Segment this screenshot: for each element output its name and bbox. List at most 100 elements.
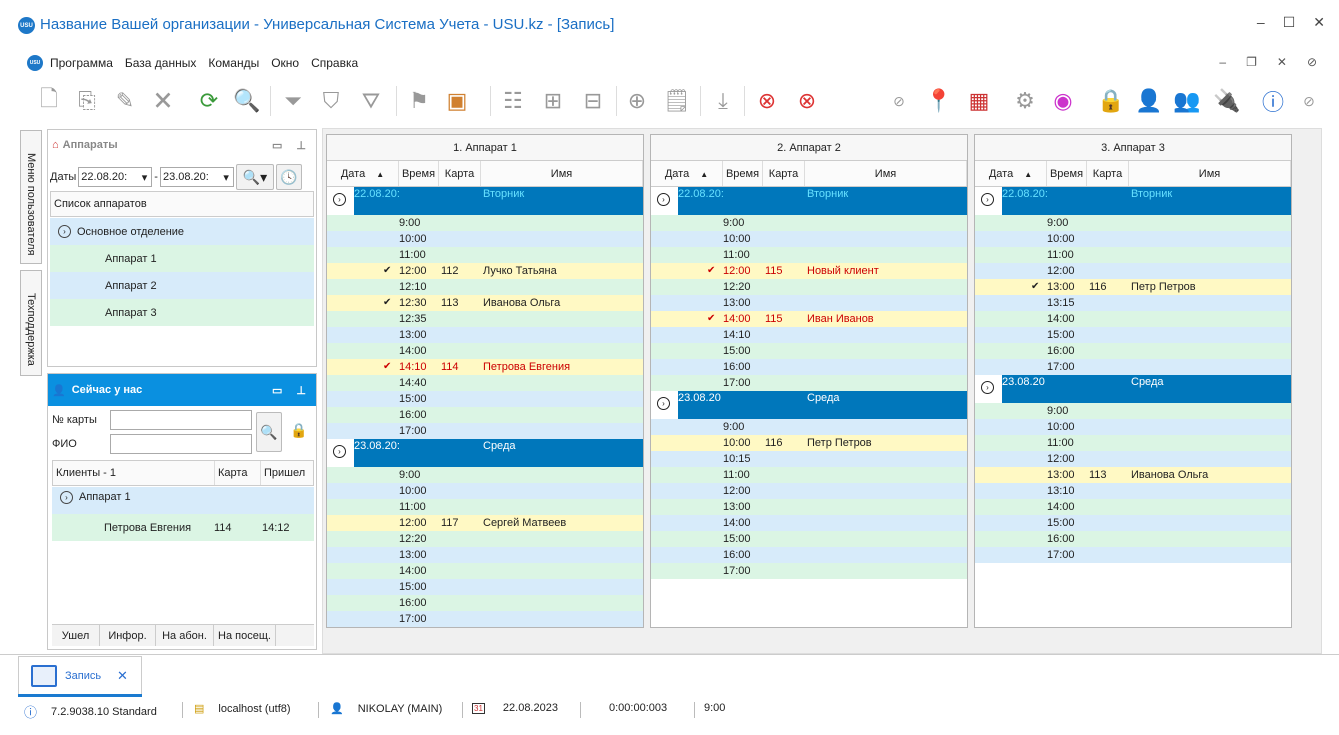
slot-row[interactable]: 11:00	[651, 247, 967, 263]
column-header[interactable]: Имя	[1129, 161, 1291, 186]
slot-row[interactable]: 17:00	[975, 547, 1291, 563]
toolbar-scroll-icon[interactable]: ⊘	[884, 86, 914, 116]
gear-icon[interactable]: ⚙	[1010, 86, 1040, 116]
slot-row[interactable]: 9:00	[651, 419, 967, 435]
slot-row[interactable]: 13:00	[651, 295, 967, 311]
slot-row[interactable]: 15:00	[651, 343, 967, 359]
filter-icon[interactable]: ⏷	[278, 86, 308, 116]
add-record-icon[interactable]: 🗋	[34, 86, 64, 116]
column-header[interactable]: Дата ▲	[651, 161, 723, 186]
mdi-collapse-icon[interactable]: ⊘	[1307, 55, 1317, 69]
slot-row[interactable]: 9:00	[975, 215, 1291, 231]
mdi-minimize-button[interactable]: –	[1219, 55, 1226, 69]
slot-row[interactable]: 12:00 117 Сергей Матвеев	[327, 515, 643, 531]
slot-row[interactable]: 14:40	[327, 375, 643, 391]
color-wheel-icon[interactable]: ◉	[1048, 86, 1078, 116]
collapse-icon[interactable]: ›	[657, 193, 670, 206]
column-header[interactable]: Дата ▲	[327, 161, 399, 186]
close-tab-icon[interactable]: ✕	[117, 668, 128, 684]
refresh-icon[interactable]: ⟳	[194, 86, 224, 116]
slot-row[interactable]: 17:00	[975, 359, 1291, 375]
filter-check-icon[interactable]: ⛛	[356, 86, 386, 116]
slot-row[interactable]: 13:15	[975, 295, 1291, 311]
slot-row[interactable]: 9:00	[327, 467, 643, 483]
column-header[interactable]: Карта	[439, 161, 481, 186]
card-input[interactable]	[110, 410, 252, 430]
collapse-icon[interactable]: ›	[981, 381, 994, 394]
column-header[interactable]: Карта	[1087, 161, 1129, 186]
slot-row[interactable]: 14:00	[651, 515, 967, 531]
day-row[interactable]: › 22.08.20: Вторник	[975, 187, 1291, 215]
filter-field-icon[interactable]: ⛉	[316, 86, 346, 116]
slot-row[interactable]: 11:00	[651, 467, 967, 483]
slot-row[interactable]: 10:00	[975, 231, 1291, 247]
clock-button[interactable]: 🕓	[275, 164, 302, 190]
delete-icon[interactable]: 🗙	[148, 86, 178, 116]
day-row[interactable]: › 23.08.20: Среда	[327, 439, 643, 467]
day-row[interactable]: › 23.08.20 Среда	[975, 375, 1291, 403]
column-header[interactable]: Имя	[805, 161, 967, 186]
search-dropdown-button[interactable]: 🔍▾	[235, 164, 274, 190]
day-row[interactable]: › 23.08.20 Среда	[651, 391, 967, 419]
slot-row[interactable]: ✔ 13:00 116 Петр Петров	[975, 279, 1291, 295]
slot-row[interactable]: ✔ 14:00 115 Иван Иванов	[651, 311, 967, 327]
slot-row[interactable]: 16:00	[975, 531, 1291, 547]
slot-row[interactable]: 9:00	[975, 403, 1291, 419]
slot-row[interactable]: 12:00	[651, 483, 967, 499]
menu-program[interactable]: Программа	[50, 56, 113, 70]
close-all-windows-icon[interactable]: ⊗	[792, 86, 822, 116]
slot-row[interactable]: 17:00	[651, 563, 967, 579]
column-header[interactable]: Карта	[763, 161, 805, 186]
slot-row[interactable]: 15:00	[327, 391, 643, 407]
mdi-close-button[interactable]: ✕	[1277, 55, 1287, 69]
slot-row[interactable]: 10:15	[651, 451, 967, 467]
collapse-icon[interactable]: ›	[657, 397, 670, 410]
slot-row[interactable]: 10:00	[327, 231, 643, 247]
info-button[interactable]: Инфор.	[100, 625, 156, 646]
slot-row[interactable]: 17:00	[327, 423, 643, 439]
search-button[interactable]: 🔍	[256, 412, 282, 452]
slot-row[interactable]: 16:00	[651, 359, 967, 375]
slot-row[interactable]: 14:00	[327, 563, 643, 579]
edit-icon[interactable]: ✎	[110, 86, 140, 116]
slot-row[interactable]: 12:20	[327, 531, 643, 547]
add-column-icon[interactable]: ⊕	[622, 86, 652, 116]
slot-row[interactable]: 13:00	[327, 327, 643, 343]
pin-icon[interactable]: ⊥	[296, 139, 306, 152]
slot-row[interactable]: 12:35	[327, 311, 643, 327]
menu-commands[interactable]: Команды	[208, 56, 259, 70]
list-item[interactable]: Аппарат 1	[50, 245, 314, 272]
mdi-restore-button[interactable]: ❐	[1246, 55, 1257, 69]
subscription-button[interactable]: На абон.	[156, 625, 214, 646]
export-icon[interactable]: ⤓	[708, 86, 738, 116]
pin-icon[interactable]: ⊥	[296, 384, 306, 397]
slot-row[interactable]: 11:00	[975, 247, 1291, 263]
slot-row[interactable]: 15:00	[651, 531, 967, 547]
collapse-icon[interactable]: ›	[333, 193, 346, 206]
slot-row[interactable]: 9:00	[327, 215, 643, 231]
slot-row[interactable]: ✔ 12:30 113 Иванова Ольга	[327, 295, 643, 311]
list-item[interactable]: Аппарат 2	[50, 272, 314, 299]
users-icon[interactable]: 👥	[1172, 86, 1202, 116]
slot-row[interactable]: 10:00 116 Петр Петров	[651, 435, 967, 451]
support-tab[interactable]: Техподдержка	[20, 270, 42, 376]
collapse-icon[interactable]: ›	[58, 225, 71, 238]
slot-row[interactable]: 9:00	[651, 215, 967, 231]
document-tab[interactable]: Запись ✕	[18, 656, 142, 696]
tree-expand-icon[interactable]: ⊞	[538, 86, 568, 116]
slot-row[interactable]: 12:20	[651, 279, 967, 295]
menu-window[interactable]: Окно	[271, 56, 299, 70]
slot-row[interactable]: ✔ 14:10 114 Петрова Евгения	[327, 359, 643, 375]
slot-row[interactable]: 13:10	[975, 483, 1291, 499]
minimize-button[interactable]: –	[1257, 14, 1265, 31]
slot-row[interactable]: 16:00	[651, 547, 967, 563]
lock-icon[interactable]: 🔒	[290, 422, 307, 439]
panel-minimize-icon[interactable]: ▭	[272, 139, 282, 152]
slot-row[interactable]: 17:00	[327, 611, 643, 627]
slot-row[interactable]: 12:00	[975, 451, 1291, 467]
column-header[interactable]: Дата ▲	[975, 161, 1047, 186]
fio-input[interactable]	[110, 434, 252, 454]
collapse-icon[interactable]: ›	[333, 445, 346, 458]
panel-minimize-icon[interactable]: ▭	[272, 384, 282, 397]
menu-database[interactable]: База данных	[125, 56, 196, 70]
